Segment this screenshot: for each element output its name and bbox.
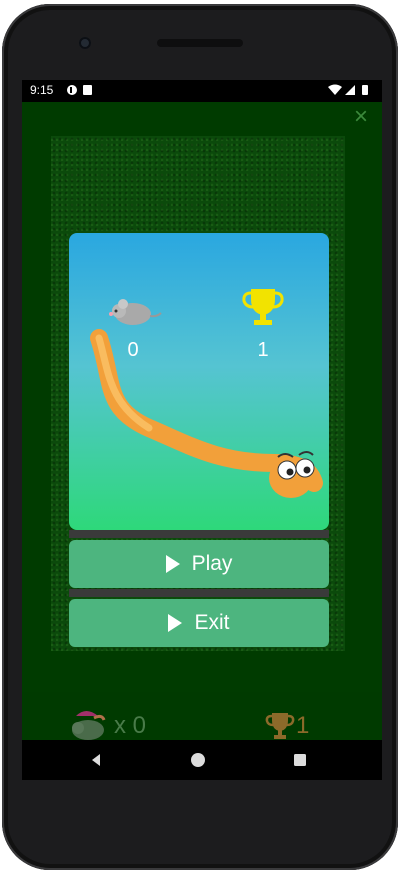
play-icon: [165, 555, 180, 573]
front-camera: [79, 37, 91, 49]
back-icon[interactable]: [88, 740, 104, 780]
home-icon[interactable]: [190, 740, 206, 780]
exit-label: Exit: [194, 611, 230, 634]
play-label: Play: [191, 552, 233, 575]
status-left-icons: [66, 83, 96, 100]
close-icon[interactable]: ×: [350, 105, 372, 129]
device-screen: 9:15 × 0 1 Play Exit x 0 1: [22, 80, 382, 780]
app-notification-icon: [67, 85, 92, 95]
recents-icon[interactable]: [292, 740, 308, 780]
divider: [69, 530, 329, 538]
earpiece-speaker: [157, 39, 243, 47]
navigation-bar: [22, 740, 382, 780]
mice-count: x 0: [114, 712, 147, 739]
status-time: 9:15: [30, 83, 54, 97]
game-over-dialog: 0 1: [69, 233, 329, 530]
mouse-with-cap-icon: [72, 711, 106, 740]
best-score-hud: 1: [296, 712, 310, 739]
divider: [69, 589, 329, 597]
phone-frame: 9:15 × 0 1 Play Exit x 0 1: [2, 4, 398, 870]
game-background: × 0 1 Play Exit x 0 1: [22, 102, 382, 760]
status-right-icons: [326, 83, 372, 100]
best-score: 1: [257, 339, 269, 361]
snake-illustration: [90, 329, 323, 498]
play-button[interactable]: Play: [69, 540, 329, 588]
exit-button[interactable]: Exit: [69, 599, 329, 647]
mouse-score: 0: [127, 339, 139, 361]
status-bar: 9:15: [22, 80, 382, 102]
trophy-icon: [265, 713, 295, 739]
mouse-icon: [109, 299, 162, 325]
play-icon: [168, 614, 183, 632]
trophy-icon: [242, 289, 284, 325]
wifi-signal-battery-icon: [328, 84, 368, 95]
